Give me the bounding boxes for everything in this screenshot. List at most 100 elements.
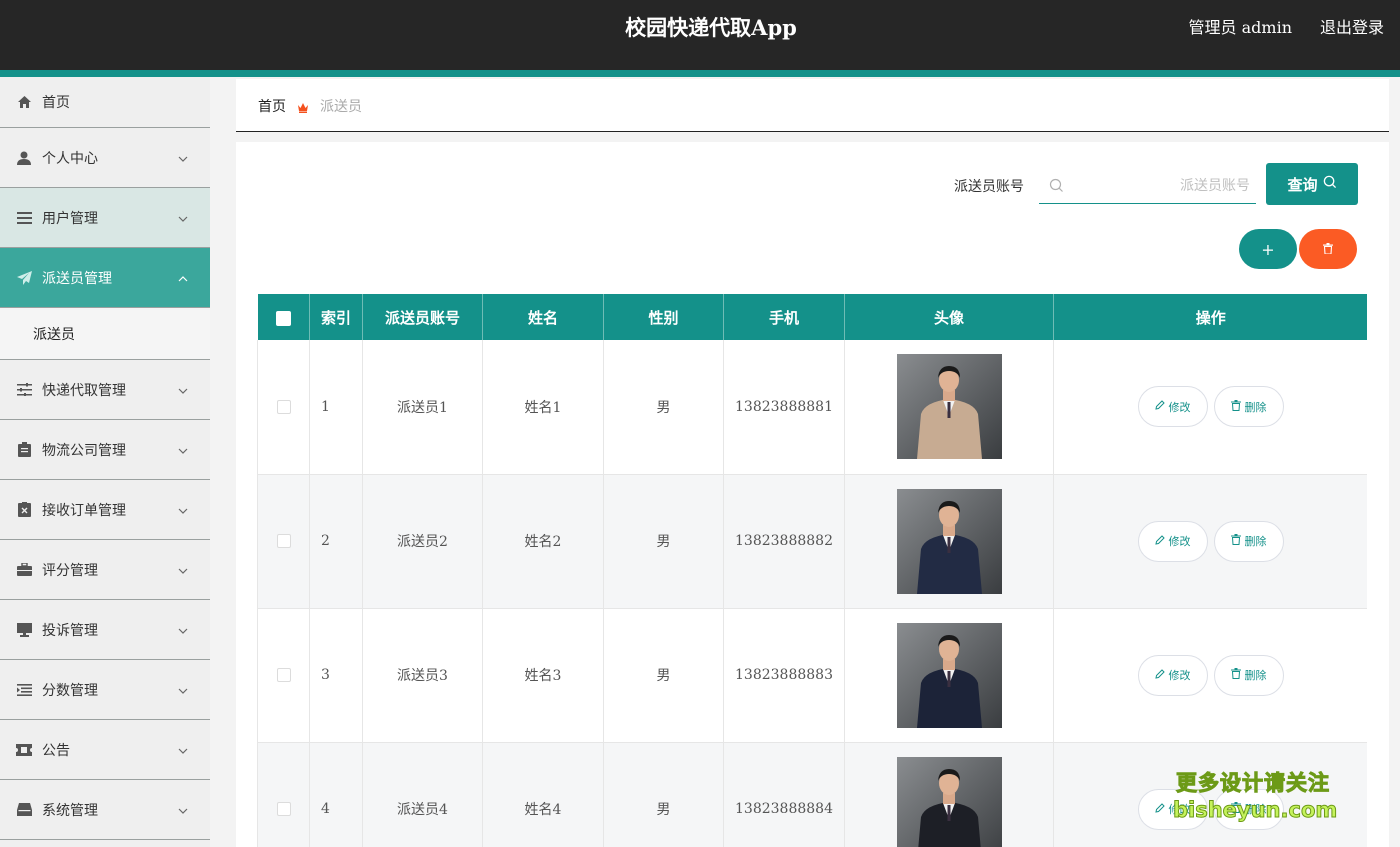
delete-button[interactable]: 删除 (1213, 386, 1284, 428)
sidebar-item-label: 投诉管理 (42, 622, 98, 639)
crown-icon (297, 98, 309, 113)
cell-index: 4 (309, 742, 363, 847)
column-header-actions: 操作 (1053, 294, 1367, 340)
watermark-line2: bisheyun.com (1173, 798, 1338, 823)
sidebar-item-courier-management[interactable]: 派送员管理 (0, 248, 210, 308)
search-input[interactable] (1075, 172, 1250, 200)
cell-avatar (844, 742, 1054, 847)
delete-button[interactable]: 删除 (1213, 654, 1284, 696)
sidebar-item-label: 接收订单管理 (42, 502, 126, 519)
cell-phone: 13823888884 (723, 742, 845, 847)
sidebar-item-express-pickup-management[interactable]: 快递代取管理 (0, 360, 210, 420)
cell-phone: 13823888882 (723, 474, 845, 609)
inbox-icon (16, 802, 32, 818)
sidebar-item-score-management[interactable]: 分数管理 (0, 660, 210, 720)
avatar (896, 622, 1002, 728)
chevron-down-icon (178, 150, 188, 166)
column-header-gender[interactable]: 性别 (603, 294, 724, 340)
cell-index: 1 (309, 340, 363, 475)
sidebar-item-home[interactable]: 首页 (0, 77, 210, 128)
sidebar-item-user-management[interactable]: 用户管理 (0, 188, 210, 248)
sidebar-item-system-management[interactable]: 系统管理 (0, 780, 210, 840)
cell-gender: 男 (603, 340, 724, 475)
briefcase-icon (16, 562, 32, 578)
sidebar: 首页 个人中心 用户管理 派送员管理 派送员 快递代取管理 物流公司管理 接收订… (0, 77, 210, 847)
search-field (1039, 168, 1256, 204)
sidebar-item-label: 个人中心 (42, 150, 98, 167)
breadcrumb-current: 派送员 (320, 99, 362, 115)
avatar (896, 756, 1002, 847)
sidebar-item-label: 首页 (42, 95, 70, 111)
column-header-name[interactable]: 姓名 (482, 294, 604, 340)
sidebar-item-label: 公告 (42, 742, 70, 759)
cell-avatar (844, 608, 1054, 743)
table-row: 1 派送员1 姓名1 男 13823888881 修改 删除 (257, 340, 1367, 475)
edit-button[interactable]: 修改 (1137, 520, 1208, 562)
select-all-cell (257, 294, 310, 340)
sidebar-item-announcement[interactable]: 公告 (0, 720, 210, 780)
row-select-cell (257, 742, 310, 847)
row-checkbox[interactable] (276, 534, 291, 548)
header-accent-bar (0, 70, 1400, 77)
column-header-index[interactable]: 索引 (309, 294, 363, 340)
query-button-label: 查询 (1287, 175, 1318, 194)
delete-button-label: 删除 (1244, 400, 1267, 414)
home-icon (16, 94, 32, 110)
sidebar-item-label: 快递代取管理 (42, 382, 126, 399)
edit-button[interactable]: 修改 (1137, 386, 1208, 428)
sidebar-item-personal-center[interactable]: 个人中心 (0, 128, 210, 188)
paper-plane-icon (16, 270, 32, 286)
monitor-icon (16, 622, 32, 638)
row-checkbox[interactable] (276, 399, 291, 414)
query-button[interactable]: 查询 (1266, 163, 1358, 205)
row-select-cell (257, 474, 310, 609)
document-x-icon (16, 502, 32, 518)
cell-phone: 13823888883 (723, 608, 845, 743)
sidebar-item-label: 系统管理 (42, 802, 98, 819)
table-header-row: 索引 派送员账号 姓名 性别 手机 头像 操作 (257, 294, 1367, 340)
cell-avatar (844, 340, 1054, 475)
cell-gender: 男 (603, 742, 724, 847)
select-all-checkbox[interactable] (275, 310, 291, 326)
search-label: 派送员账号 (954, 179, 1024, 195)
watermark-line1: 更多设计请关注 (1176, 771, 1330, 796)
chevron-down-icon (178, 562, 188, 578)
row-checkbox[interactable] (276, 802, 291, 816)
cell-account: 派送员2 (362, 474, 483, 609)
top-header: 校园快递代取App 管理员 admin 退出登录 (0, 0, 1400, 70)
add-button[interactable]: + (1239, 229, 1297, 269)
table-row: 3 派送员3 姓名3 男 13823888883 修改 删除 (257, 608, 1367, 743)
row-select-cell (257, 608, 310, 743)
delete-button[interactable]: 删除 (1213, 520, 1284, 562)
indent-list-icon (16, 682, 32, 698)
column-header-account[interactable]: 派送员账号 (362, 294, 483, 340)
sidebar-subitem-courier[interactable]: 派送员 (0, 308, 210, 360)
pencil-icon (1154, 668, 1165, 682)
sidebar-item-logistics-company-management[interactable]: 物流公司管理 (0, 420, 210, 480)
cell-name: 姓名4 (482, 742, 604, 847)
pencil-icon (1154, 534, 1165, 548)
breadcrumb: 首页 派送员 (236, 79, 1389, 132)
logout-link[interactable]: 退出登录 (1320, 17, 1384, 39)
clipboard-icon (16, 442, 32, 458)
sidebar-item-complaint-management[interactable]: 投诉管理 (0, 600, 210, 660)
cell-account: 派送员4 (362, 742, 483, 847)
sidebar-item-rating-management[interactable]: 评分管理 (0, 540, 210, 600)
edit-button-label: 修改 (1168, 535, 1191, 548)
breadcrumb-home[interactable]: 首页 (258, 96, 286, 116)
chevron-down-icon (178, 210, 188, 226)
sidebar-item-received-orders-management[interactable]: 接收订单管理 (0, 480, 210, 540)
cell-name: 姓名1 (482, 340, 604, 475)
column-header-phone[interactable]: 手机 (723, 294, 845, 340)
sidebar-item-label: 分数管理 (42, 682, 98, 699)
user-icon (16, 150, 32, 166)
row-checkbox[interactable] (276, 668, 291, 682)
table-row: 2 派送员2 姓名2 男 13823888882 修改 删除 (257, 474, 1367, 609)
trash-icon (1230, 534, 1241, 548)
sidebar-item-label: 派送员管理 (42, 270, 112, 287)
cell-name: 姓名2 (482, 474, 604, 609)
cell-actions: 修改 删除 (1053, 608, 1367, 743)
batch-delete-button[interactable] (1299, 229, 1357, 269)
edit-button[interactable]: 修改 (1137, 654, 1208, 696)
cell-phone: 13823888881 (723, 340, 845, 475)
